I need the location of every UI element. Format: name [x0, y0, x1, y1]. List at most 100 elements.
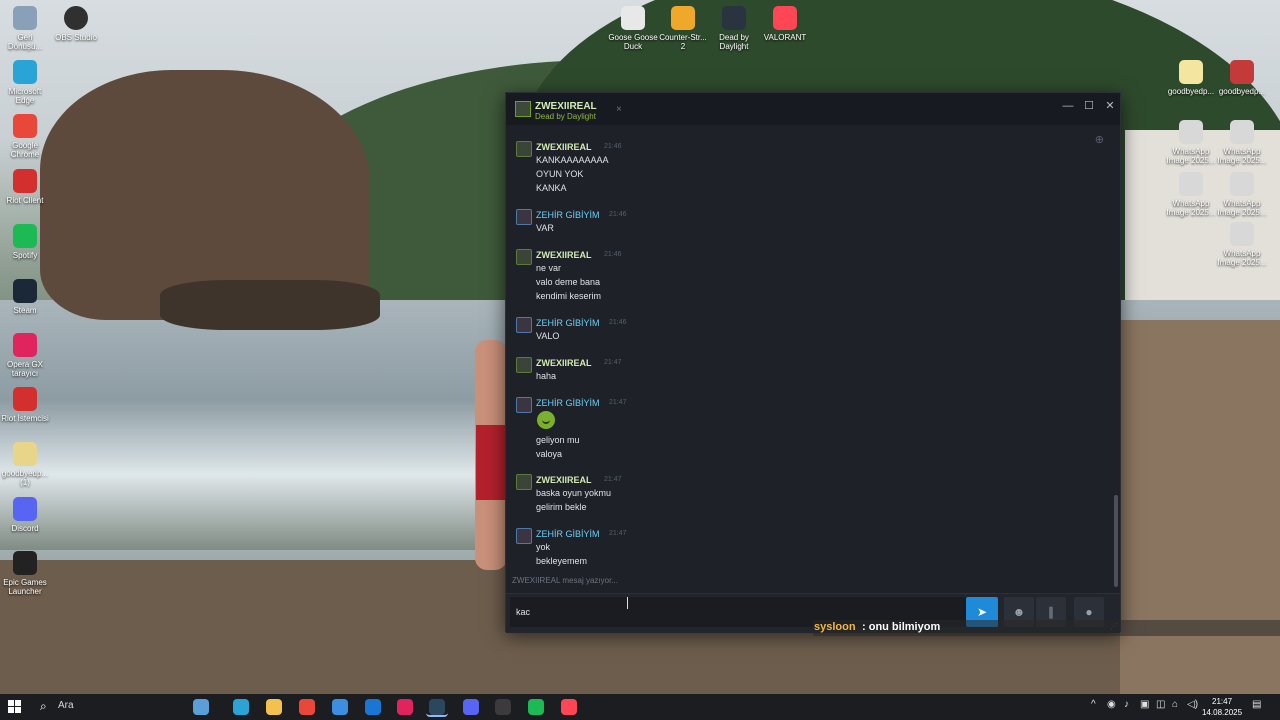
taskbar-app-button[interactable] [394, 697, 416, 717]
chat-scrollbar[interactable] [1114, 495, 1118, 587]
sender-name[interactable]: ZEHİR GİBİYİM [536, 529, 600, 539]
desktop-icon[interactable]: Steam [0, 279, 50, 315]
taskbar-search[interactable]: Ara [58, 700, 74, 711]
taskbar: ⌕ Ara ^ ◉ ♪ ▣ ◫ ⌂ ◁) 21:47 14.08.2025 ▤ [0, 694, 1280, 720]
taskbar-app-button[interactable] [329, 697, 351, 717]
chat-message: ZWEXIIREAL 21:46 ne var valo deme bana kendi… [514, 249, 1074, 309]
minimize-icon[interactable]: — [1058, 97, 1078, 115]
sender-name[interactable]: ZWEXIIREAL [536, 358, 592, 368]
network-icon[interactable]: ⌂ [1172, 699, 1178, 710]
sender-avatar[interactable] [516, 141, 532, 157]
message-text: gelirim bekle [536, 502, 587, 512]
desktop-icon-obs[interactable]: OBS Studio [51, 6, 101, 42]
desktop-icon-label: goodbyedp... [1218, 87, 1266, 96]
desktop-icon[interactable]: WhatsApp Image 2025... [1165, 120, 1217, 165]
sender-name[interactable]: ZEHİR GİBİYİM [536, 210, 600, 220]
taskbar-app-button[interactable] [230, 697, 252, 717]
taskbar-app-button[interactable] [460, 697, 482, 717]
desktop-icon[interactable]: Goose Goose Duck [608, 6, 658, 51]
sender-name[interactable]: ZWEXIIREAL [536, 475, 592, 485]
desktop-icon-label: WhatsApp Image 2025... [1217, 147, 1267, 165]
desktop-icon[interactable]: Dead by Daylight [709, 6, 759, 51]
sender-avatar[interactable] [516, 528, 532, 544]
message-text: baska oyun yokmu [536, 488, 612, 498]
maximize-icon[interactable]: ☐ [1079, 97, 1099, 115]
microphone-icon[interactable]: ♪ [1124, 699, 1129, 710]
desktop-icon[interactable]: Riot İstemcisi [0, 387, 50, 423]
chat-overlay-notification: sysloon : onu bilmiyom [813, 620, 1280, 636]
outlook-icon [365, 699, 381, 715]
chat-titlebar[interactable]: ZWEXIIREAL Dead by Daylight × — ☐ ✕ [506, 93, 1120, 125]
pin-icon[interactable]: ⊕ [1095, 133, 1104, 146]
close-window-icon[interactable]: ✕ [1100, 97, 1120, 115]
desktop-icon[interactable]: goodbyedp... [1216, 60, 1268, 96]
message-text: valo deme bana [536, 277, 601, 287]
chevron-up-icon[interactable]: ^ [1091, 699, 1096, 710]
desktop-icon-label: Opera GX tarayıcı [6, 360, 43, 378]
close-tab-icon[interactable]: × [616, 104, 622, 115]
sender-avatar[interactable] [516, 397, 532, 413]
taskbar-app-button[interactable] [525, 697, 547, 717]
taskbar-app-button[interactable] [426, 697, 448, 717]
desktop-icon[interactable]: Spotify [0, 224, 50, 260]
desktop-icon[interactable]: VALORANT [760, 6, 810, 42]
desktop-icon-label: WhatsApp Image 2025... [1217, 199, 1267, 217]
desktop-icon[interactable]: Discord [0, 497, 50, 533]
volume-icon[interactable]: ◁) [1187, 699, 1198, 710]
desktop-icon[interactable]: goodbyedp... [1165, 60, 1217, 96]
desktop-icon[interactable]: Riot Client [0, 169, 50, 205]
desktop-icon[interactable]: Counter-Str... 2 [658, 6, 708, 51]
friend-avatar[interactable] [515, 101, 531, 117]
send-icon: ➤ [976, 605, 988, 619]
desktop-icon[interactable]: WhatsApp Image 2025... [1216, 120, 1268, 165]
sender-name[interactable]: ZWEXIIREAL [536, 142, 592, 152]
friend-name: ZWEXIIREAL [535, 101, 597, 112]
message-text: bekleyemem [536, 556, 588, 566]
taskbar-app-button[interactable] [190, 697, 212, 717]
desktop-icon[interactable]: Microsoft Edge [0, 60, 50, 105]
taskbar-app-button[interactable] [296, 697, 318, 717]
steam-tray-icon[interactable]: ◉ [1107, 699, 1116, 710]
screen-icon[interactable]: ▣ [1140, 699, 1149, 710]
sender-avatar[interactable] [516, 317, 532, 333]
wallpaper-person-shorts [476, 425, 506, 500]
desktop-icon-label: Spotify [12, 251, 38, 260]
chat-message-list[interactable]: ZWEXIIREAL 21:46 KANKAAAAAAAA OYUN YOK KANKA… [506, 125, 1114, 593]
desktop-icon[interactable]: Geri Dönüşü... [0, 6, 50, 51]
taskbar-app-button[interactable] [263, 697, 285, 717]
start-button[interactable] [8, 700, 22, 714]
desktop-icon[interactable]: Opera GX tarayıcı [0, 333, 50, 378]
microphone-icon: ● [1085, 605, 1093, 619]
sender-avatar[interactable] [516, 249, 532, 265]
sender-avatar[interactable] [516, 357, 532, 373]
desktop-icon-label: WhatsApp Image 2025... [1166, 147, 1216, 165]
sender-name[interactable]: ZWEXIIREAL [536, 250, 592, 260]
message-timestamp: 21:46 [609, 319, 627, 326]
desktop-icon-label: WhatsApp Image 2025... [1166, 199, 1216, 217]
search-icon[interactable]: ⌕ [40, 699, 47, 714]
clock[interactable]: 21:47 14.08.2025 [1202, 696, 1242, 718]
image-icon [1230, 222, 1254, 246]
chat-message: ZWEXIIREAL 21:46 KANKAAAAAAAA OYUN YOK KANKA [514, 141, 1074, 201]
taskbar-app-button[interactable] [558, 697, 580, 717]
desktop-icon[interactable]: WhatsApp Image 2025... [1165, 172, 1217, 217]
taskbar-app-button[interactable] [492, 697, 514, 717]
spotify-icon [13, 224, 37, 248]
taskbar-app-button[interactable] [362, 697, 384, 717]
sender-avatar[interactable] [516, 209, 532, 225]
store-icon [332, 699, 348, 715]
sender-name[interactable]: ZEHİR GİBİYİM [536, 398, 600, 408]
valorant-icon [561, 699, 577, 715]
sender-avatar[interactable] [516, 474, 532, 490]
desktop-icon[interactable]: Google Chrome [0, 114, 50, 159]
desktop-icon[interactable]: goodbyedp... (1) [0, 442, 50, 487]
valorant-icon [773, 6, 797, 30]
chrome-icon [13, 114, 37, 138]
goose-goose-duck-icon [621, 6, 645, 30]
desktop-icon[interactable]: WhatsApp Image 2025... [1216, 222, 1268, 267]
display-icon[interactable]: ◫ [1156, 699, 1165, 710]
desktop-icon[interactable]: WhatsApp Image 2025... [1216, 172, 1268, 217]
desktop-icon[interactable]: Epic Games Launcher [0, 551, 50, 596]
notification-icon[interactable]: ▤ [1252, 699, 1261, 710]
sender-name[interactable]: ZEHİR GİBİYİM [536, 318, 600, 328]
